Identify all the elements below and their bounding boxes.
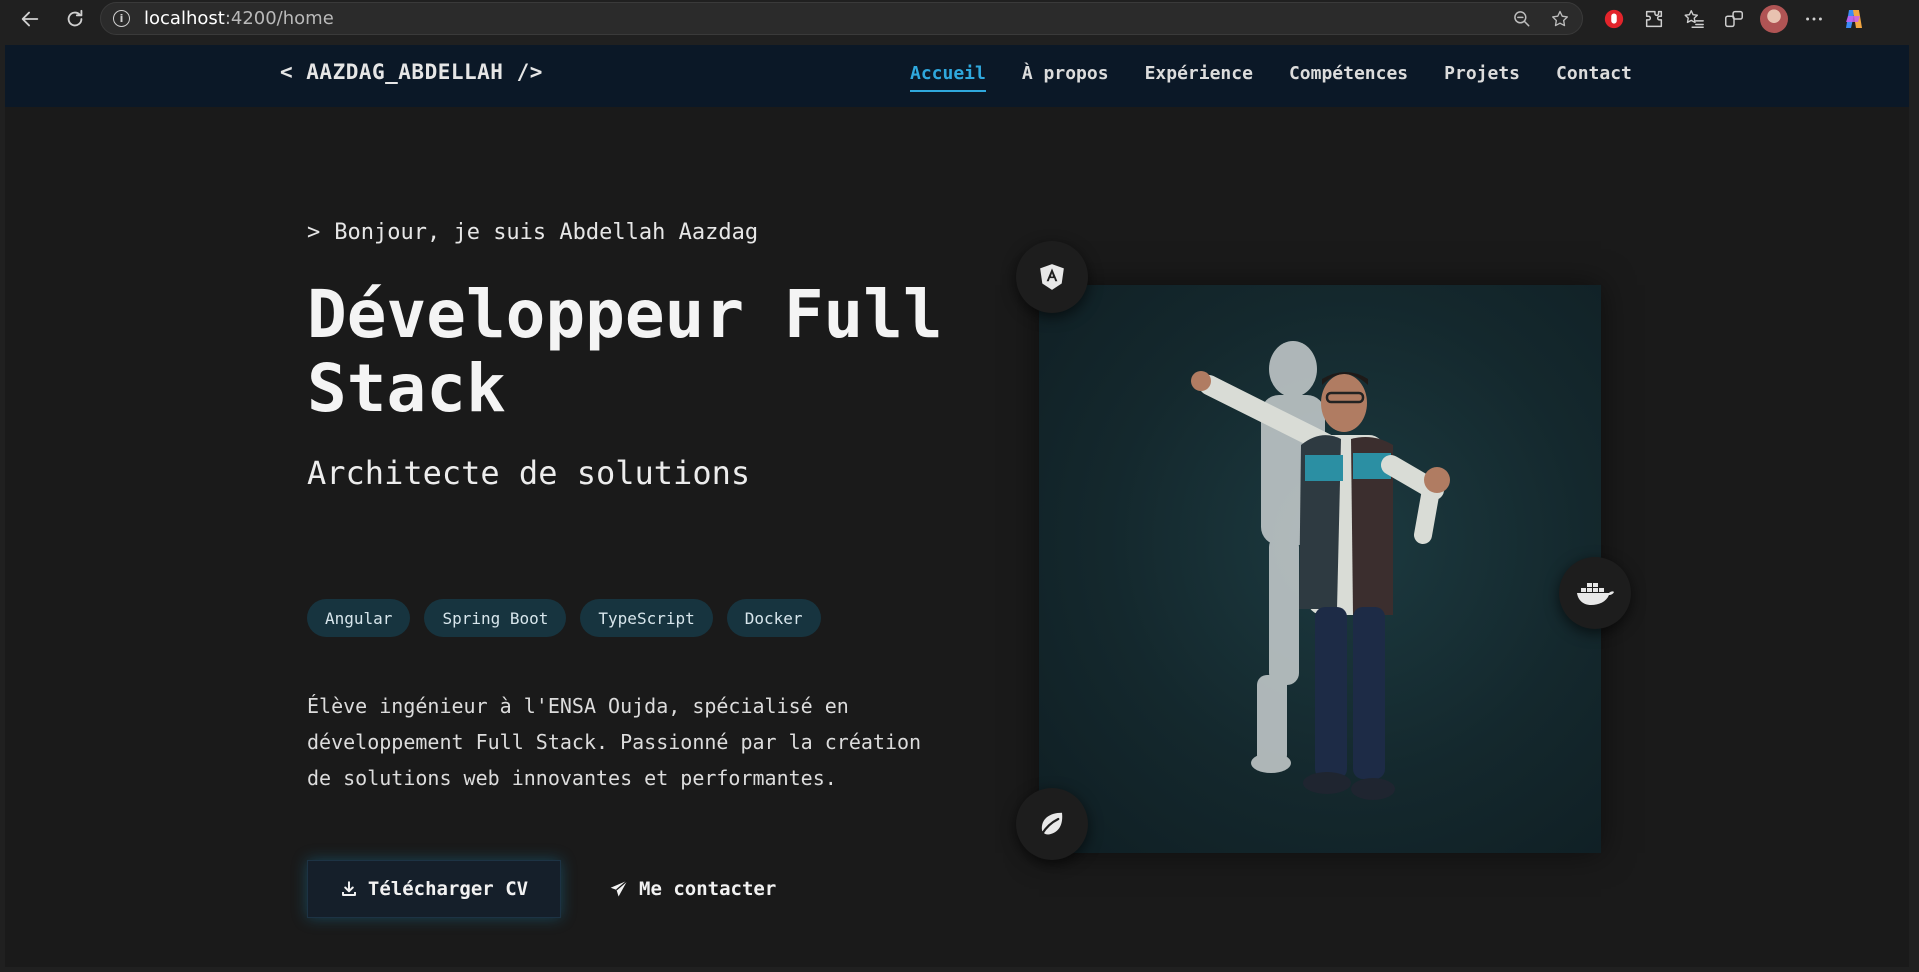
reload-icon [67,9,83,27]
paper-plane-icon [610,880,628,897]
zoom-out-icon[interactable] [1512,9,1532,29]
hero-subtitle: Architecte de solutions [307,454,751,492]
nav-item-accueil[interactable]: Accueil [910,63,986,92]
hero-description: Élève ingénieur à l'ENSA Oujda, spéciali… [307,694,922,790]
extensions-puzzle-icon[interactable] [1634,2,1674,35]
angular-icon [1040,264,1064,290]
docker-icon [1577,583,1614,605]
tech-tags: Angular Spring Boot TypeScript Docker [307,599,821,637]
angular-float-badge [1016,241,1088,313]
download-cv-button[interactable]: Télécharger CV [307,860,561,918]
url-host: localhost [144,8,225,29]
page-viewport: < AAZDAG_ABDELLAH /> Accueil À propos Ex… [5,45,1909,967]
nav-item-projets[interactable]: Projets [1444,63,1520,92]
spring-leaf-icon [1040,812,1063,836]
site-logo[interactable]: < AAZDAG_ABDELLAH /> [280,60,543,84]
hero-headline: Développeur Full Stack [307,276,943,427]
arrow-left-icon [21,11,39,27]
address-bar[interactable]: i localhost:4200/home [100,2,1583,35]
copilot-icon[interactable] [1834,2,1874,35]
nav-item-a-propos[interactable]: À propos [1022,63,1109,92]
tag-angular: Angular [307,599,411,637]
download-icon [341,881,356,896]
tag-spring-boot: Spring Boot [424,599,567,637]
download-cv-label: Télécharger CV [367,878,529,900]
url-path: :4200/home [224,8,334,29]
site-info-icon[interactable]: i [113,10,130,27]
greeting-text: Bonjour, je suis Abdellah Aazdag [334,220,759,245]
back-button[interactable] [13,2,47,36]
docker-float-badge [1559,557,1631,629]
contact-me-label: Me contacter [639,878,777,900]
tag-typescript: TypeScript [580,599,713,637]
profile-photo [1039,285,1601,853]
reload-button[interactable] [58,2,92,36]
person-illustration [1191,341,1450,800]
favorites-list-icon[interactable] [1674,2,1714,35]
hero-greeting: > Bonjour, je suis Abdellah Aazdag [307,220,758,245]
site-header: < AAZDAG_ABDELLAH /> Accueil À propos Ex… [5,45,1909,107]
favorite-star-icon[interactable] [1550,9,1570,29]
spring-float-badge [1016,788,1088,860]
nav-item-experience[interactable]: Expérience [1145,63,1253,92]
profile-avatar[interactable] [1754,2,1794,35]
tag-docker: Docker [726,599,821,637]
main-nav: Accueil À propos Expérience Compétences … [910,63,1632,92]
more-menu-icon[interactable] [1794,2,1834,35]
contact-me-button[interactable]: Me contacter [609,860,776,918]
browser-toolbar: i localhost:4200/home [0,0,1919,37]
nav-item-competences[interactable]: Compétences [1289,63,1408,92]
extension-red-hand-icon[interactable] [1594,2,1634,35]
nav-item-contact[interactable]: Contact [1556,63,1632,92]
collections-icon[interactable] [1714,2,1754,35]
terminal-prompt: > [307,220,321,245]
